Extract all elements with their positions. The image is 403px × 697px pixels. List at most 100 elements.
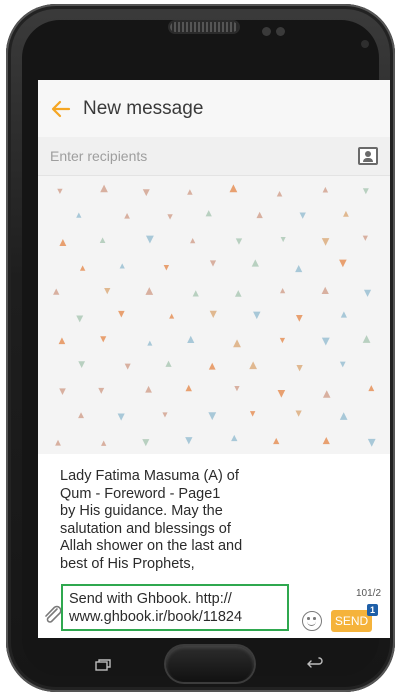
pattern-triangle: [145, 385, 152, 393]
pattern-triangle: [205, 210, 212, 217]
pattern-triangle: [142, 189, 150, 197]
pattern-triangle: [104, 288, 111, 295]
app-bar: New message: [38, 80, 390, 137]
pattern-triangle: [229, 184, 238, 193]
signature-text[interactable]: Send with Ghbook. http:// www.ghbook.ir/…: [61, 584, 289, 631]
pattern-triangle: [362, 188, 369, 195]
pattern-triangle: [322, 437, 330, 445]
home-button[interactable]: [166, 646, 254, 682]
pattern-triangle: [280, 288, 286, 294]
pattern-triangle: [57, 188, 63, 195]
front-camera: [361, 40, 369, 48]
pattern-triangle: [368, 385, 375, 392]
page-title: New message: [83, 97, 204, 119]
pattern-triangle: [100, 184, 108, 193]
character-counter: 101/2: [356, 588, 382, 599]
message-body-text[interactable]: Lady Fatima Masuma (A) of Qum - Foreword…: [60, 468, 300, 573]
pattern-triangle: [162, 412, 168, 418]
sim-badge: 1: [367, 604, 378, 616]
pattern-triangle: [208, 412, 217, 421]
pattern-triangle: [321, 286, 329, 294]
pattern-triangle: [295, 265, 303, 273]
pattern-triangle: [339, 412, 348, 420]
conversation-area: [38, 176, 390, 454]
pattern-triangle: [163, 265, 170, 271]
phone-screen: New message Enter recipients Lady Fatima…: [38, 80, 390, 638]
pattern-triangle: [295, 410, 302, 417]
pattern-triangle: [249, 411, 256, 417]
pattern-triangle: [339, 259, 347, 268]
pattern-triangle: [124, 212, 130, 219]
pattern-triangle: [362, 235, 368, 241]
pattern-triangle: [78, 361, 86, 369]
pattern-triangle: [76, 212, 82, 218]
pattern-triangle: [234, 385, 240, 392]
contact-card-icon[interactable]: [358, 147, 378, 165]
pattern-triangle: [277, 389, 286, 398]
earpiece-speaker: [170, 22, 238, 32]
pattern-triangle: [192, 290, 199, 297]
pattern-triangle: [165, 360, 172, 367]
pattern-triangle: [340, 311, 347, 318]
pattern-triangle: [119, 263, 125, 269]
message-composer: Lady Fatima Masuma (A) of Qum - Foreword…: [38, 454, 390, 638]
pattern-triangle: [321, 238, 330, 246]
pattern-triangle: [321, 337, 330, 346]
pattern-triangle: [296, 365, 303, 372]
pattern-triangle: [100, 336, 107, 343]
pattern-triangle: [118, 310, 125, 318]
pattern-triangle: [187, 335, 195, 343]
pattern-triangle: [280, 237, 286, 243]
smiley-icon[interactable]: [302, 611, 322, 631]
pattern-triangle: [234, 290, 242, 297]
pattern-triangle: [117, 413, 125, 421]
pattern-triangle: [99, 237, 106, 243]
light-sensor: [276, 27, 285, 36]
pattern-triangle: [276, 190, 283, 197]
pattern-triangle: [147, 340, 153, 346]
pattern-triangle: [208, 362, 216, 370]
recipients-input[interactable]: Enter recipients: [50, 148, 358, 164]
pattern-triangle: [58, 337, 66, 345]
pattern-triangle: [362, 335, 371, 343]
send-button[interactable]: SEND: [331, 610, 372, 632]
pattern-triangle: [101, 440, 107, 446]
arrow-left-icon[interactable]: [51, 98, 73, 120]
pattern-triangle: [124, 363, 131, 370]
pattern-triangle: [79, 265, 86, 271]
pattern-triangle: [59, 388, 66, 395]
pattern-triangle: [253, 311, 261, 320]
proximity-sensor: [262, 27, 271, 36]
pattern-triangle: [190, 238, 196, 244]
pattern-triangle: [256, 211, 263, 219]
pattern-triangle: [55, 439, 61, 446]
pattern-triangle: [167, 214, 173, 220]
pattern-triangle: [209, 260, 217, 267]
pattern-triangle: [142, 439, 150, 447]
pattern-triangle: [322, 186, 329, 193]
pattern-triangle: [235, 238, 243, 245]
pattern-triangle: [187, 189, 193, 195]
pattern-triangle: [322, 390, 331, 398]
pattern-triangle: [145, 235, 154, 244]
pattern-triangle: [295, 315, 303, 322]
pattern-triangle: [185, 384, 192, 392]
pattern-triangle: [299, 212, 306, 219]
pattern-triangle: [78, 412, 84, 419]
pattern-triangle: [363, 289, 372, 297]
pattern-triangle: [343, 210, 349, 217]
pattern-triangle: [339, 361, 346, 368]
pattern-triangle: [233, 339, 241, 348]
pattern-triangle: [169, 313, 175, 319]
pattern-triangle: [76, 315, 84, 323]
pattern-triangle: [53, 288, 60, 295]
back-key-icon[interactable]: [306, 657, 324, 671]
pattern-triangle: [231, 434, 238, 442]
pattern-triangle: [98, 387, 105, 394]
recent-apps-icon[interactable]: [95, 658, 111, 671]
pattern-triangle: [273, 437, 280, 445]
pattern-triangle: [251, 259, 259, 267]
recipients-bar: Enter recipients: [38, 137, 390, 176]
pattern-triangle: [209, 310, 217, 319]
background-pattern: [53, 184, 376, 447]
